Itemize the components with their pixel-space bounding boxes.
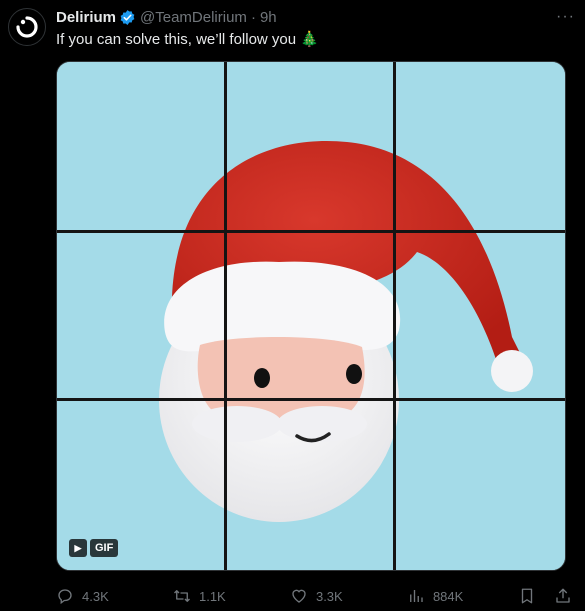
- repost-icon: [174, 590, 190, 602]
- action-group-right: [518, 587, 572, 605]
- play-icon[interactable]: ▶: [69, 539, 87, 557]
- tweet-actions: 4.3K 1.1K 3.3K 884K: [56, 584, 572, 608]
- views-count: 884K: [432, 588, 464, 604]
- share-icon: [556, 588, 570, 603]
- verified-badge-icon: [119, 9, 136, 26]
- avatar[interactable]: [8, 8, 46, 46]
- reply-button[interactable]: 4.3K: [56, 587, 173, 605]
- left-eye: [254, 368, 270, 388]
- views-bar-icon: [410, 590, 423, 602]
- tweet-timestamp[interactable]: 9h: [260, 9, 277, 26]
- author-handle[interactable]: @TeamDelirium: [140, 9, 247, 26]
- hat-pompom: [491, 350, 533, 392]
- puzzle-divider-h1: [57, 230, 565, 233]
- author-name[interactable]: Delirium: [56, 9, 116, 26]
- bookmark-icon: [521, 588, 533, 604]
- heart-icon: [292, 589, 306, 603]
- gif-badge[interactable]: ▶ GIF: [69, 538, 119, 558]
- tweet-text: If you can solve this, we’ll follow you …: [56, 31, 319, 48]
- gif-label: GIF: [90, 539, 119, 557]
- tweet-media-gif[interactable]: ▶ GIF: [56, 61, 566, 571]
- tweet-header: Delirium @TeamDelirium · 9h ···: [56, 6, 575, 28]
- repost-count: 1.1K: [198, 588, 226, 604]
- reply-count: 4.3K: [82, 588, 109, 604]
- like-count: 3.3K: [315, 588, 343, 604]
- more-options-icon[interactable]: ···: [556, 8, 575, 26]
- share-button[interactable]: [554, 587, 572, 605]
- santa-illustration: [57, 62, 565, 570]
- puzzle-divider-v1: [224, 62, 227, 570]
- reply-icon: [58, 589, 72, 605]
- bookmark-button[interactable]: [518, 587, 536, 605]
- separator-dot: ·: [250, 8, 256, 26]
- repost-button[interactable]: 1.1K: [173, 587, 290, 605]
- views-button[interactable]: 884K: [407, 587, 518, 605]
- delirium-logo-icon: [16, 16, 38, 38]
- right-eye: [346, 364, 362, 384]
- like-button[interactable]: 3.3K: [290, 587, 407, 605]
- puzzle-divider-h2: [57, 398, 565, 401]
- puzzle-divider-v2: [393, 62, 396, 570]
